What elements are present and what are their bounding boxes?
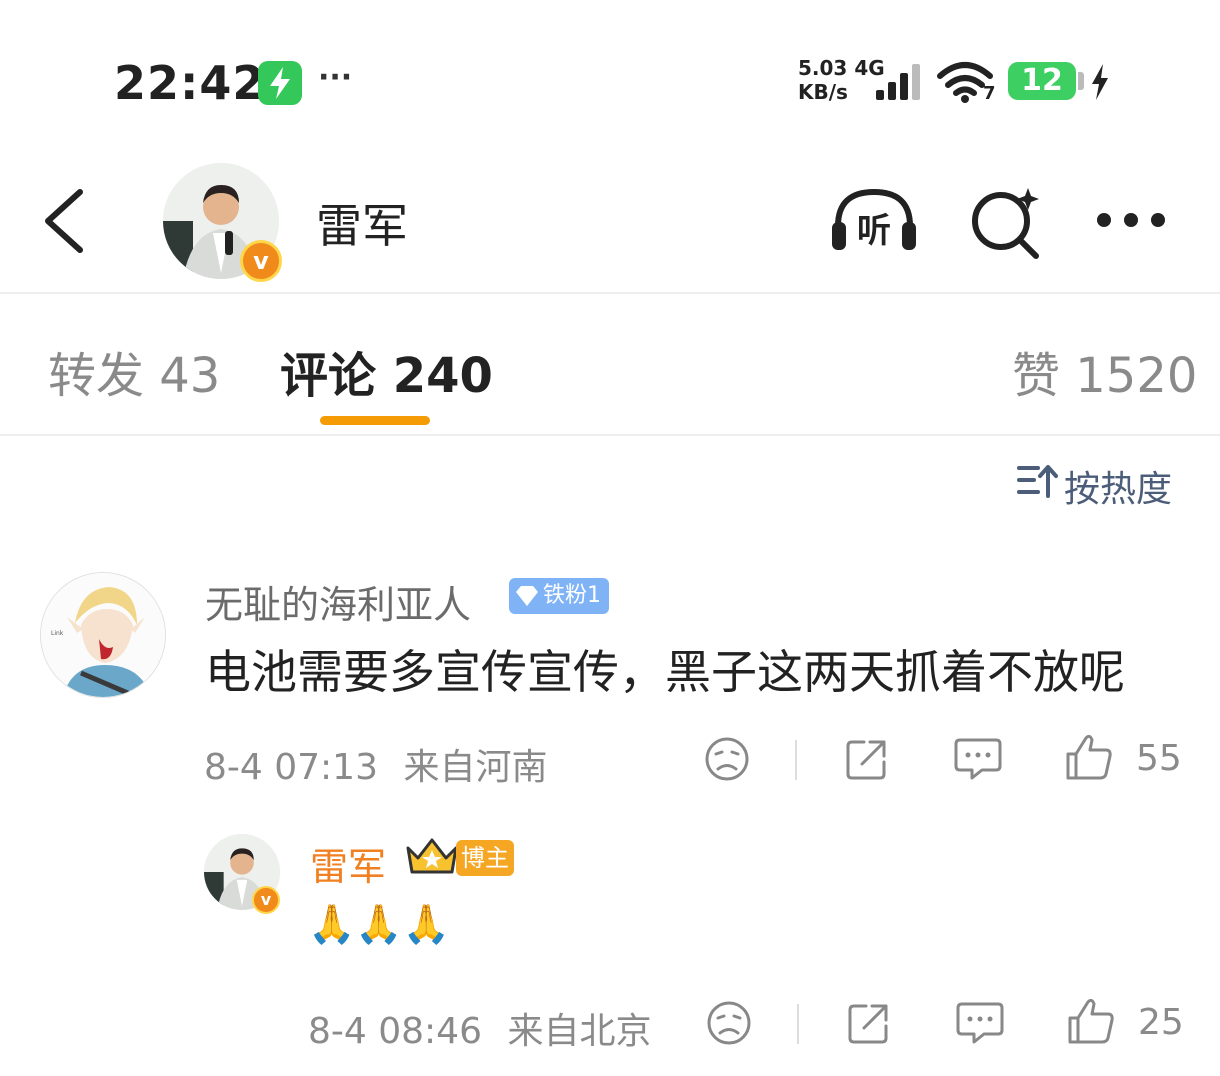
action-separator [795,740,797,780]
diamond-icon [516,586,538,606]
svg-text:Link: Link [51,630,64,637]
fan-badge-label: 铁粉1 [543,583,601,608]
status-more-dots: ··· [318,60,353,95]
battery-level: 12 [1021,63,1063,98]
battery-nub [1078,72,1084,90]
charging-bolt-icon [1090,64,1110,104]
page-title: 雷军 [316,199,408,253]
sort-label[interactable]: 按热度 [1064,460,1172,512]
reply-verified-badge-icon: v [252,886,280,914]
like-count: 55 [1136,738,1182,779]
reply-bubble-icon[interactable] [956,1000,1004,1050]
dislike-face-icon[interactable] [704,736,750,786]
back-arrow-icon[interactable] [38,186,88,260]
action-separator [797,1004,799,1044]
reply-bubble-icon[interactable] [954,736,1002,786]
comment-time: 8-4 07:13 [204,747,378,788]
comment-location: 来自河南 [403,747,548,788]
reply-meta: 8-4 08:46 来自北京 [308,1002,651,1054]
commenter-avatar[interactable]: Link [40,572,166,698]
search-sparkle-icon[interactable] [968,184,1044,264]
headphone-listen-icon[interactable]: 听 [828,186,920,260]
tabs-divider [0,434,1220,436]
comment-text: 电池需要多宣传宣传，黑子这两天抓着不放呢 [205,645,1125,699]
svg-text:听: 听 [857,211,891,251]
share-icon[interactable] [844,736,890,786]
charging-icon [258,61,302,105]
share-icon[interactable] [846,1000,892,1050]
dislike-face-icon[interactable] [706,1000,752,1050]
fan-badge: 铁粉1 [509,578,609,614]
verified-badge-icon: v [240,240,282,282]
commenter-name[interactable]: 无耻的海利亚人 [205,574,471,629]
reply-location: 来自北京 [507,1011,652,1052]
header-divider [0,292,1220,294]
comment-meta: 8-4 07:13 来自河南 [204,738,547,790]
reply-author-name[interactable]: 雷军 [310,836,386,891]
tab-repost[interactable]: 转发 43 [48,336,220,406]
signal-icon [874,62,928,106]
active-tab-indicator [320,416,430,425]
tab-likes[interactable]: 赞 1520 [1012,336,1197,406]
net-speed-value: 5.03 [798,56,848,80]
more-icon[interactable] [1094,208,1168,236]
tab-comments[interactable]: 评论 240 [280,336,493,406]
network-speed: 5.03 4G KB/s [798,56,885,104]
reply-time: 8-4 08:46 [308,1011,482,1052]
net-speed-unit: KB/s [798,80,848,104]
wifi-level: 7 [983,83,996,104]
crown-icon [404,834,460,882]
thumb-up-icon[interactable] [1064,732,1114,786]
reply-like-count: 25 [1138,1002,1184,1043]
author-badge: 博主 [456,840,514,876]
thumb-up-icon[interactable] [1066,996,1116,1050]
sort-icon[interactable] [1016,462,1058,504]
reply-text: 🙏🙏🙏 [308,902,450,946]
status-time: 22:42 [114,56,266,110]
